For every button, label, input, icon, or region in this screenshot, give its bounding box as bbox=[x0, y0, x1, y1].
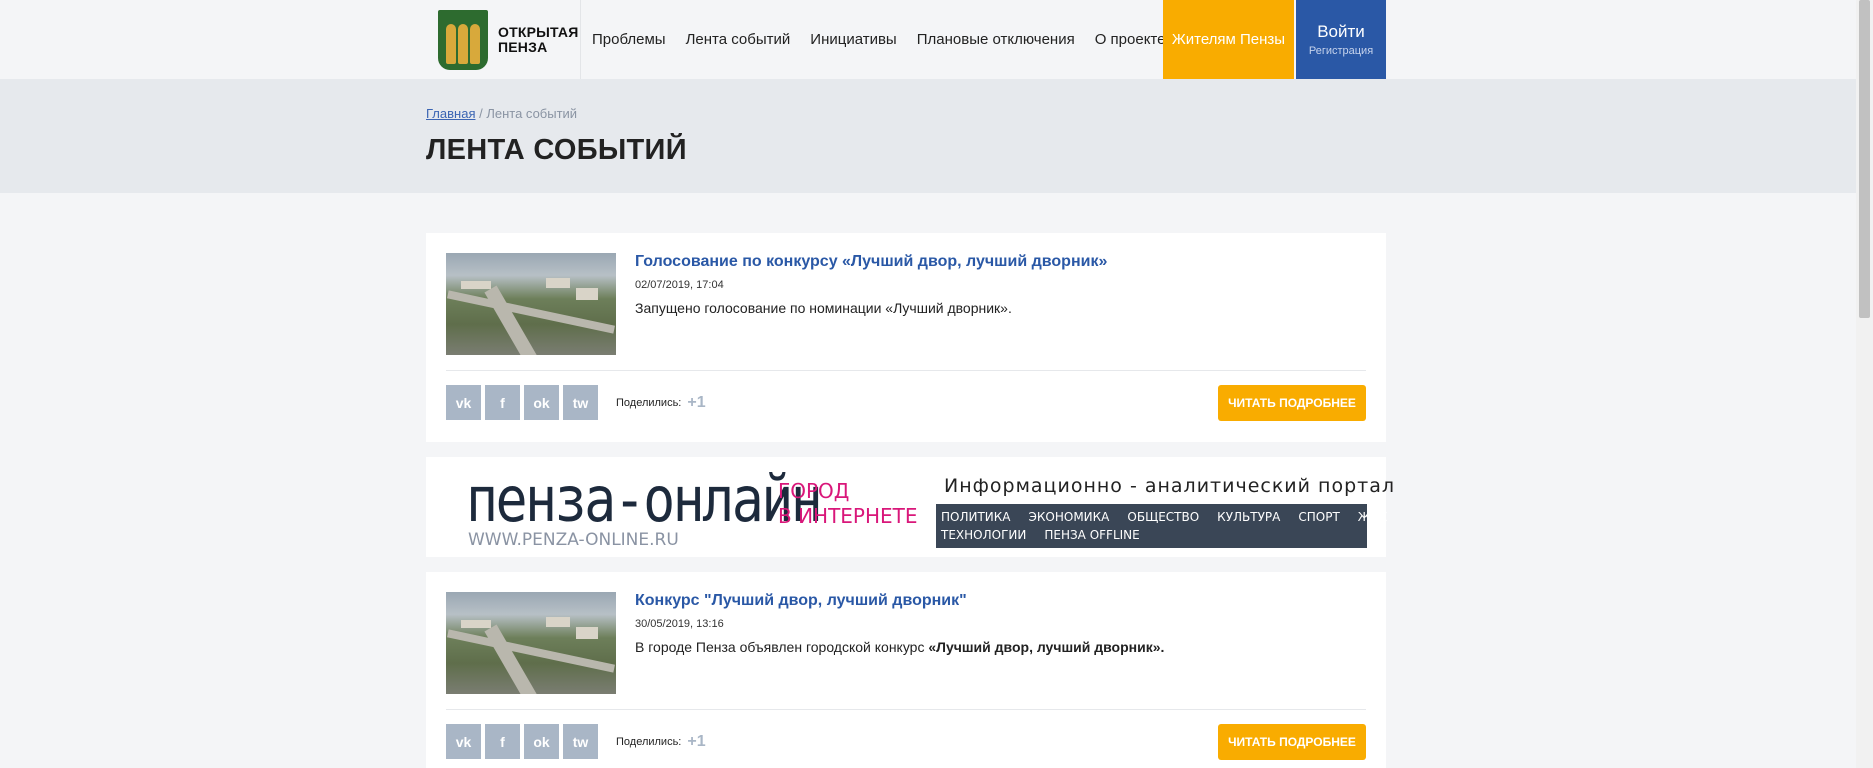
site-logo[interactable]: ОТКРЫТАЯ ПЕНЗА bbox=[426, 0, 581, 79]
event-date: 02/07/2019, 17:04 bbox=[635, 279, 724, 291]
ad-slogan-line-1: ГОРОД bbox=[778, 479, 850, 503]
ad-menu-item: КУЛЬТУРА bbox=[1217, 510, 1281, 524]
breadcrumb-current: Лента событий bbox=[486, 106, 578, 121]
penza-emblem-icon bbox=[438, 9, 488, 70]
vk-icon[interactable]: vk bbox=[446, 724, 481, 759]
breadcrumb: Главная / Лента событий bbox=[426, 106, 577, 121]
ad-url: WWW.PENZA-ONLINE.RU bbox=[468, 530, 679, 550]
card-divider bbox=[446, 709, 1366, 710]
event-summary: Запущено голосование по номинации «Лучши… bbox=[635, 300, 1012, 316]
ad-banner[interactable]: пенза-онлайн ГОРОД В ИНТЕРНЕТЕ WWW.PENZA… bbox=[426, 457, 1394, 557]
event-thumbnail[interactable] bbox=[446, 253, 616, 355]
twitter-icon[interactable]: tw bbox=[563, 724, 598, 759]
breadcrumb-separator: / bbox=[475, 106, 487, 121]
event-card: Голосование по конкурсу «Лучший двор, лу… bbox=[426, 233, 1386, 442]
ad-menu-item: ПЕНЗА OFFLINE bbox=[1044, 528, 1140, 542]
share-bar: vk f ok tw Поделились: +1 bbox=[446, 385, 706, 420]
share-label: Поделились: bbox=[616, 396, 682, 409]
read-more-button[interactable]: ЧИТАТЬ ПОДРОБНЕЕ bbox=[1218, 385, 1366, 421]
event-card: Конкурс "Лучший двор, лучший дворник" 30… bbox=[426, 572, 1386, 768]
main-nav: Проблемы Лента событий Инициативы Планов… bbox=[592, 0, 1185, 79]
ad-menu-item: ПОЛИТИКА bbox=[941, 510, 1011, 524]
event-title-link[interactable]: Конкурс "Лучший двор, лучший дворник" bbox=[635, 592, 967, 610]
title-band bbox=[0, 79, 1856, 193]
nav-planned-outages[interactable]: Плановые отключения bbox=[917, 31, 1075, 48]
logo-text: ОТКРЫТАЯ ПЕНЗА bbox=[498, 23, 579, 55]
ad-slogan: ГОРОД В ИНТЕРНЕТЕ bbox=[778, 479, 918, 529]
nav-about[interactable]: О проекте bbox=[1095, 31, 1166, 48]
ad-logo: пенза-онлайн bbox=[466, 463, 823, 536]
ad-menu-item: ЖКХ bbox=[1357, 510, 1388, 524]
ad-menu-item: ТЕХНОЛОГИИ bbox=[941, 528, 1027, 542]
register-link[interactable]: Регистрация bbox=[1309, 45, 1373, 57]
event-summary: В городе Пенза объявлен городской конкур… bbox=[635, 639, 1164, 655]
login-button[interactable]: Войти Регистрация bbox=[1296, 0, 1386, 79]
event-thumbnail[interactable] bbox=[446, 592, 616, 694]
share-label: Поделились: bbox=[616, 735, 682, 748]
odnoklassniki-icon[interactable]: ok bbox=[524, 724, 559, 759]
nav-events-feed[interactable]: Лента событий bbox=[686, 31, 791, 48]
ad-slogan-line-2: В ИНТЕРНЕТЕ bbox=[778, 504, 918, 528]
twitter-icon[interactable]: tw bbox=[563, 385, 598, 420]
share-count: +1 bbox=[687, 393, 706, 411]
event-title-link[interactable]: Голосование по конкурсу «Лучший двор, лу… bbox=[635, 253, 1107, 271]
ad-portal-text: Информационно - аналитический портал bbox=[944, 475, 1396, 497]
facebook-icon[interactable]: f bbox=[485, 724, 520, 759]
event-summary-text: Запущено голосование по номинации «Лучши… bbox=[635, 300, 1012, 316]
ad-menu: ПОЛИТИКА ЭКОНОМИКА ОБЩЕСТВО КУЛЬТУРА СПОРТ ЖК… bbox=[936, 504, 1387, 548]
share-bar: vk f ok tw Поделились: +1 bbox=[446, 724, 706, 759]
breadcrumb-home[interactable]: Главная bbox=[426, 106, 475, 121]
nav-initiatives[interactable]: Инициативы bbox=[810, 31, 896, 48]
facebook-icon[interactable]: f bbox=[485, 385, 520, 420]
ad-menu-item: ЭКОНОМИКА bbox=[1028, 510, 1110, 524]
read-more-button[interactable]: ЧИТАТЬ ПОДРОБНЕЕ bbox=[1218, 724, 1366, 760]
event-summary-text: В городе Пенза объявлен городской конкур… bbox=[635, 639, 929, 655]
ad-menu-item: ОБЩЕСТВО bbox=[1127, 510, 1200, 524]
login-label: Войти bbox=[1317, 22, 1365, 41]
event-date: 30/05/2019, 13:16 bbox=[635, 618, 724, 630]
residents-button[interactable]: Жителям Пензы bbox=[1163, 0, 1294, 79]
share-count: +1 bbox=[687, 732, 706, 750]
ad-menu-item: СПОРТ bbox=[1298, 510, 1340, 524]
scrollbar-thumb[interactable] bbox=[1859, 0, 1870, 318]
odnoklassniki-icon[interactable]: ok bbox=[524, 385, 559, 420]
nav-problems[interactable]: Проблемы bbox=[592, 31, 666, 48]
card-divider bbox=[446, 370, 1366, 371]
scrollbar-track[interactable] bbox=[1856, 0, 1873, 768]
event-summary-bold: «Лучший двор, лучший дворник». bbox=[928, 639, 1165, 655]
vk-icon[interactable]: vk bbox=[446, 385, 481, 420]
page-title: ЛЕНТА СОБЫТИЙ bbox=[426, 134, 687, 166]
